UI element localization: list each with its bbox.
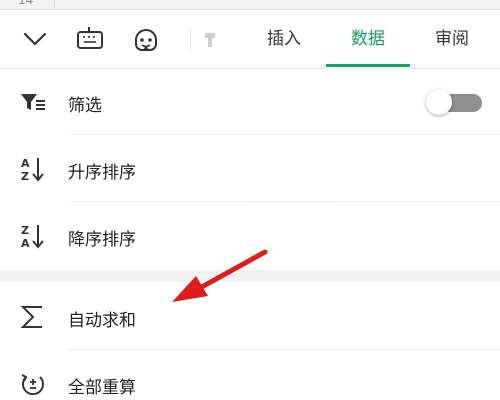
- menu-item-autosum[interactable]: 自动求和: [0, 284, 500, 350]
- divider: [68, 349, 500, 350]
- svg-text:Z: Z: [21, 224, 29, 237]
- recalculate-icon: [18, 369, 48, 399]
- row-divider: [54, 0, 55, 9]
- toggle-knob: [426, 89, 452, 115]
- toolbar-divider: [190, 28, 191, 50]
- sort-descending-icon: Z A: [18, 221, 48, 251]
- section-divider: [0, 270, 500, 282]
- format-icon[interactable]: [196, 24, 226, 54]
- active-tab-indicator: [326, 64, 410, 67]
- filter-icon: [18, 87, 48, 117]
- filter-toggle[interactable]: [426, 89, 482, 115]
- svg-text:Z: Z: [21, 170, 29, 183]
- menu-item-label: 筛选: [68, 96, 102, 116]
- keyboard-icon[interactable]: [75, 24, 105, 54]
- divider: [68, 201, 500, 202]
- chevron-down-icon[interactable]: [20, 24, 50, 54]
- menu-item-recalculate-all[interactable]: 全部重算: [0, 351, 500, 400]
- sheet-row-strip: 14: [0, 0, 500, 10]
- menu-item-label: 升序排序: [68, 163, 136, 183]
- sort-ascending-icon: A Z: [18, 154, 48, 184]
- sigma-icon: [18, 302, 48, 332]
- svg-text:A: A: [21, 237, 30, 250]
- menu-item-label: 全部重算: [68, 378, 136, 398]
- tab-insert[interactable]: 插入: [262, 28, 306, 58]
- ribbon-toolbar: 插入 数据 审阅: [0, 10, 500, 69]
- menu-item-sort-descending[interactable]: Z A 降序排序: [0, 203, 500, 269]
- assistant-face-icon[interactable]: [131, 24, 161, 54]
- menu-item-label: 降序排序: [68, 230, 136, 250]
- row-number: 14: [18, 0, 34, 7]
- menu-item-filter[interactable]: 筛选: [0, 69, 500, 135]
- menu-item-sort-ascending[interactable]: A Z 升序排序: [0, 136, 500, 202]
- page: 14 插入 数据 审阅 筛选 A Z 升序排序 Z A 降序排序 自动求和 全部…: [0, 0, 500, 400]
- menu-item-label: 自动求和: [68, 311, 136, 331]
- divider: [68, 134, 500, 135]
- tab-data[interactable]: 数据: [346, 28, 390, 58]
- tab-review[interactable]: 审阅: [430, 28, 474, 58]
- svg-text:A: A: [21, 157, 30, 170]
